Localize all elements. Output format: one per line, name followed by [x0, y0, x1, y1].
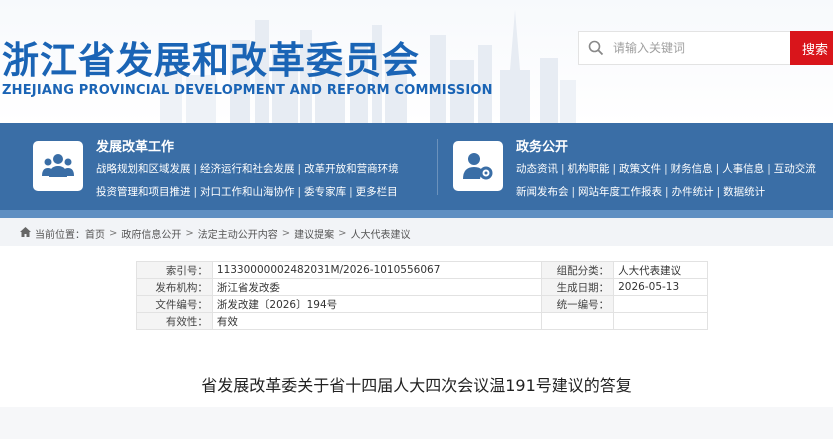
nav-stripe	[0, 210, 833, 218]
nav-heading-development[interactable]: 发展改革工作	[96, 136, 174, 155]
nav-link-investment[interactable]: 投资管理和项目推进	[96, 186, 191, 198]
main-nav: 发展改革工作 战略规划和区域发展 | 经济运行和社会发展 | 改革开放和营商环境 投资管…	[0, 123, 833, 210]
breadcrumb-home[interactable]: 首页	[85, 226, 105, 241]
table-row: 索引号： 11330000002482031M/2026-1010556067 …	[136, 261, 708, 279]
site-subtitle: ZHEJIANG PROVINCIAL DEVELOPMENT AND REFO…	[2, 83, 493, 98]
nav-heading-affairs[interactable]: 政务公开	[516, 136, 568, 155]
meta-key: 文件编号：	[136, 295, 213, 313]
nav-link-experts[interactable]: 委专家库	[304, 186, 346, 198]
nav-link-policies[interactable]: 政策文件	[619, 163, 661, 175]
nav-link-finance[interactable]: 财务信息	[671, 163, 713, 175]
nav-link-functions[interactable]: 机构职能	[568, 163, 610, 175]
nav-link-economy[interactable]: 经济运行和社会发展	[200, 163, 295, 175]
breadcrumb-statutory[interactable]: 法定主动公开内容	[198, 226, 278, 241]
meta-key: 发布机构：	[136, 278, 213, 296]
meta-value	[613, 295, 708, 313]
nav-row-affairs-1: 动态资讯 | 机构职能 | 政策文件 | 财务信息 | 人事信息 | 互动交流	[516, 163, 816, 175]
meta-value: 有效	[211, 312, 543, 330]
breadcrumb: 当前位置： 首页 > 政府信息公开 > 法定主动公开内容 > 建议提案 > 人大…	[20, 226, 411, 241]
breadcrumb-separator: >	[338, 228, 347, 239]
nav-row-development-2: 投资管理和项目推进 | 对口工作和山海协作 | 委专家库 | 更多栏目	[96, 186, 398, 198]
table-row: 发布机构： 浙江省发改委 生成日期： 2026-05-13	[136, 278, 708, 296]
nav-link-press[interactable]: 新闻发布会	[516, 186, 569, 198]
meta-key: 组配分类：	[541, 261, 615, 279]
nav-row-development-1: 战略规划和区域发展 | 经济运行和社会发展 | 改革开放和营商环境	[96, 163, 399, 175]
meta-key: 有效性：	[136, 312, 213, 330]
meta-empty-cell	[541, 312, 615, 330]
meta-value: 浙江省发改委	[211, 278, 543, 296]
meta-value: 11330000002482031M/2026-1010556067	[211, 261, 543, 279]
breadcrumb-proposals[interactable]: 建议提案	[294, 226, 334, 241]
nav-link-case-stats[interactable]: 办件统计	[672, 186, 714, 198]
nav-link-strategy[interactable]: 战略规划和区域发展	[96, 163, 191, 175]
search-button[interactable]: 搜索	[790, 31, 833, 65]
nav-link-annual-report[interactable]: 网站年度工作报表	[578, 186, 662, 198]
breadcrumb-current[interactable]: 人大代表建议	[351, 226, 411, 241]
search-icon	[579, 31, 613, 65]
document-meta-table: 索引号： 11330000002482031M/2026-1010556067 …	[136, 261, 708, 330]
nav-link-news[interactable]: 动态资讯	[516, 163, 558, 175]
breadcrumb-label: 当前位置：	[35, 230, 85, 241]
search-box	[578, 31, 790, 65]
nav-section-development: 发展改革工作 战略规划和区域发展 | 经济运行和社会发展 | 改革开放和营商环境 投资管…	[0, 123, 437, 210]
table-row: 有效性： 有效	[136, 312, 708, 330]
user-gear-icon	[453, 141, 503, 191]
site-header: 浙江省发展和改革委员会 ZHEJIANG PROVINCIAL DEVELOPM…	[0, 0, 833, 123]
document-title: 省发展改革委关于省十四届人大四次会议温191号建议的答复	[201, 376, 632, 395]
nav-link-personnel[interactable]: 人事信息	[722, 163, 764, 175]
meta-key: 生成日期：	[541, 278, 615, 296]
meta-value: 人大代表建议	[613, 261, 708, 279]
meta-value: 2026-05-13	[613, 278, 708, 296]
nav-link-reform[interactable]: 改革开放和营商环境	[304, 163, 399, 175]
home-icon	[20, 227, 31, 240]
nav-link-cooperation[interactable]: 对口工作和山海协作	[200, 186, 295, 198]
nav-link-more[interactable]: 更多栏目	[356, 186, 398, 198]
search-input[interactable]	[613, 41, 783, 55]
nav-link-data-stats[interactable]: 数据统计	[723, 186, 765, 198]
nav-section-affairs: 政务公开 动态资讯 | 机构职能 | 政策文件 | 财务信息 | 人事信息 | 互动交流 新闻发布会…	[437, 123, 833, 210]
site-title: 浙江省发展和改革委员会	[2, 39, 420, 82]
nav-link-interaction[interactable]: 互动交流	[774, 163, 816, 175]
meta-empty-cell	[613, 312, 708, 330]
breadcrumb-bar: 当前位置： 首页 > 政府信息公开 > 法定主动公开内容 > 建议提案 > 人大…	[0, 218, 833, 246]
meta-key: 索引号：	[136, 261, 213, 279]
breadcrumb-separator: >	[109, 228, 118, 239]
meta-value: 浙发改建〔2026〕194号	[211, 295, 543, 313]
nav-row-affairs-2: 新闻发布会 | 网站年度工作报表 | 办件统计 | 数据统计	[516, 186, 766, 198]
table-row: 文件编号： 浙发改建〔2026〕194号 统一编号：	[136, 295, 708, 313]
breadcrumb-separator: >	[281, 228, 291, 239]
breadcrumb-separator: >	[185, 228, 194, 239]
breadcrumb-gov-info[interactable]: 政府信息公开	[121, 226, 181, 241]
people-icon	[33, 141, 83, 191]
meta-key: 统一编号：	[541, 295, 615, 313]
content-footer-band	[0, 407, 833, 439]
